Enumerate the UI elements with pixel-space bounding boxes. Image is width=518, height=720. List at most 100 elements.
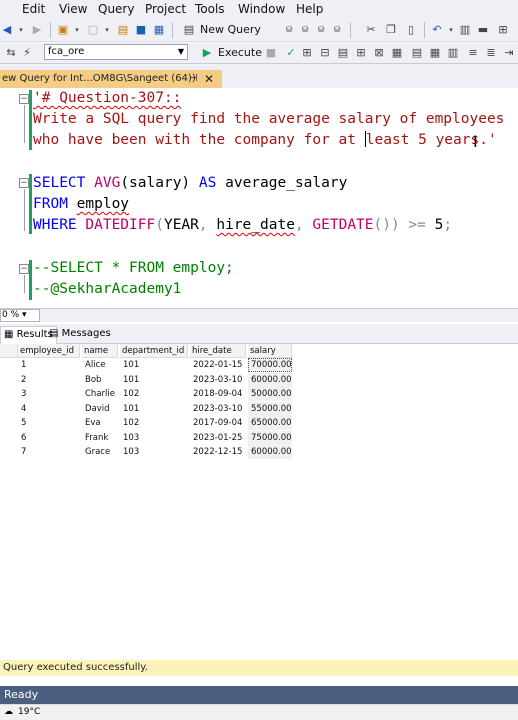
mdx-query-icon[interactable]: ⛁ bbox=[282, 23, 296, 37]
toolbar-options-icon[interactable]: ▬ bbox=[476, 23, 490, 37]
grid-corner[interactable] bbox=[0, 344, 18, 358]
table-cell[interactable]: Eva bbox=[82, 416, 118, 430]
execute-button[interactable]: Execute bbox=[218, 46, 262, 59]
open-file-icon[interactable]: ▤ bbox=[116, 23, 130, 37]
menu-tools[interactable]: Tools bbox=[195, 2, 225, 16]
table-cell[interactable]: 101 bbox=[120, 402, 188, 416]
dropdown-icon[interactable]: ▾ bbox=[70, 23, 84, 37]
table-cell[interactable]: 101 bbox=[120, 358, 188, 372]
parse-icon[interactable]: ✓ bbox=[284, 46, 298, 60]
table-cell[interactable]: Alice bbox=[82, 358, 118, 372]
undo-icon[interactable]: ↶ bbox=[430, 23, 444, 37]
table-cell[interactable]: 7 bbox=[18, 445, 80, 459]
results-to-file-icon[interactable]: ▥ bbox=[446, 46, 460, 60]
table-cell[interactable]: Frank bbox=[82, 431, 118, 445]
display-plan-icon[interactable]: ⊞ bbox=[300, 46, 314, 60]
table-cell[interactable]: 4 bbox=[18, 402, 80, 416]
results-to-text-icon[interactable]: ▤ bbox=[410, 46, 424, 60]
tab-messages[interactable]: ▤ Messages bbox=[46, 326, 114, 344]
table-cell[interactable]: 103 bbox=[120, 445, 188, 459]
table-cell[interactable]: 6 bbox=[18, 431, 80, 445]
live-stats-icon[interactable]: ⊠ bbox=[372, 46, 386, 60]
results-to-grid-icon[interactable]: ▦ bbox=[428, 46, 442, 60]
table-cell[interactable]: 2023-01-25 bbox=[190, 431, 246, 445]
row-header[interactable] bbox=[0, 373, 18, 387]
menu-project[interactable]: Project bbox=[145, 2, 186, 16]
table-cell[interactable]: 102 bbox=[120, 387, 188, 401]
close-icon[interactable]: ✕ bbox=[204, 70, 214, 88]
dropdown-icon[interactable]: ▾ bbox=[444, 23, 458, 37]
query-editor[interactable]: − − − '# Question-307:: Write a SQL quer… bbox=[0, 88, 518, 308]
execute-icon[interactable]: ▶ bbox=[200, 46, 214, 60]
connect-icon[interactable]: ⇆ bbox=[4, 46, 18, 60]
save-all-icon[interactable]: ▦ bbox=[152, 23, 166, 37]
menu-window[interactable]: Window bbox=[238, 2, 285, 16]
table-cell[interactable]: 2022-01-15 bbox=[190, 358, 246, 372]
table-cell[interactable]: 2023-03-10 bbox=[190, 373, 246, 387]
uncomment-icon[interactable]: ≣ bbox=[484, 46, 498, 60]
menu-query[interactable]: Query bbox=[98, 2, 134, 16]
client-stats-icon[interactable]: ▦ bbox=[390, 46, 404, 60]
table-cell[interactable]: 2022-12-15 bbox=[190, 445, 246, 459]
row-header[interactable] bbox=[0, 445, 18, 459]
table-cell[interactable]: 2018-09-04 bbox=[190, 387, 246, 401]
table-cell[interactable]: Charlie bbox=[82, 387, 118, 401]
add-item-icon[interactable]: ▢ bbox=[86, 23, 100, 37]
column-header[interactable]: name bbox=[82, 344, 118, 358]
table-cell[interactable]: 75000.00 bbox=[248, 430, 292, 445]
new-query-button[interactable]: New Query bbox=[200, 23, 261, 36]
row-header[interactable] bbox=[0, 416, 18, 430]
new-query-icon[interactable]: ▤ bbox=[182, 23, 196, 37]
table-cell[interactable]: 70000.00 bbox=[248, 358, 292, 372]
collapse-icon[interactable]: − bbox=[19, 94, 29, 104]
collapse-icon[interactable]: − bbox=[19, 178, 29, 188]
menu-edit[interactable]: Edit bbox=[22, 2, 45, 16]
column-header[interactable]: employee_id bbox=[18, 344, 80, 358]
table-cell[interactable]: Bob bbox=[82, 373, 118, 387]
table-cell[interactable]: 60000.00 bbox=[248, 372, 292, 387]
row-header[interactable] bbox=[0, 402, 18, 416]
column-header[interactable]: department_id bbox=[120, 344, 188, 358]
actual-plan-icon[interactable]: ⊞ bbox=[354, 46, 368, 60]
back-icon[interactable]: ◀ bbox=[0, 23, 14, 37]
collapse-icon[interactable]: − bbox=[19, 264, 29, 274]
table-cell[interactable]: 101 bbox=[120, 373, 188, 387]
new-project-icon[interactable]: ▣ bbox=[56, 23, 70, 37]
dax-query-icon[interactable]: ⛁ bbox=[330, 23, 344, 37]
dropdown-icon[interactable]: ▾ bbox=[14, 23, 28, 37]
pin-icon[interactable]: ⊣ bbox=[189, 70, 198, 88]
table-cell[interactable]: 1 bbox=[18, 358, 80, 372]
dropdown-icon[interactable]: ▾ bbox=[100, 23, 114, 37]
menu-help[interactable]: Help bbox=[296, 2, 323, 16]
change-connection-icon[interactable]: ⚡ bbox=[20, 46, 34, 60]
cut-icon[interactable]: ✂ bbox=[364, 23, 378, 37]
row-header[interactable] bbox=[0, 387, 18, 401]
column-header[interactable]: hire_date bbox=[190, 344, 246, 358]
dmx-query-icon[interactable]: ⛁ bbox=[298, 23, 312, 37]
table-cell[interactable]: 102 bbox=[120, 416, 188, 430]
paste-icon[interactable]: ▯ bbox=[404, 23, 418, 37]
intellisense-icon[interactable]: ▤ bbox=[336, 46, 350, 60]
zoom-select[interactable]: 0 % ▾ bbox=[0, 309, 40, 322]
xmla-query-icon[interactable]: ⛁ bbox=[314, 23, 328, 37]
table-cell[interactable]: Grace bbox=[82, 445, 118, 459]
forward-icon[interactable]: ▶ bbox=[30, 23, 44, 37]
row-header[interactable] bbox=[0, 431, 18, 445]
database-select[interactable]: fca_ore ▼ bbox=[44, 44, 188, 60]
table-cell[interactable]: 60000.00 bbox=[248, 445, 292, 459]
column-header[interactable]: salary bbox=[248, 344, 292, 358]
redo-icon[interactable]: ▥ bbox=[458, 23, 472, 37]
cancel-query-icon[interactable]: ■ bbox=[264, 46, 278, 60]
table-cell[interactable]: 5 bbox=[18, 416, 80, 430]
table-cell[interactable]: 65000.00 bbox=[248, 416, 292, 430]
overflow-icon[interactable]: ⊞ bbox=[496, 23, 510, 37]
save-icon[interactable]: ■ bbox=[134, 23, 148, 37]
table-cell[interactable]: 2017-09-04 bbox=[190, 416, 246, 430]
comment-icon[interactable]: ≡ bbox=[466, 46, 480, 60]
table-cell[interactable]: 103 bbox=[120, 431, 188, 445]
copy-icon[interactable]: ❐ bbox=[384, 23, 398, 37]
row-header[interactable] bbox=[0, 358, 18, 372]
table-cell[interactable]: 2 bbox=[18, 373, 80, 387]
table-cell[interactable]: 55000.00 bbox=[248, 401, 292, 416]
table-cell[interactable]: David bbox=[82, 402, 118, 416]
